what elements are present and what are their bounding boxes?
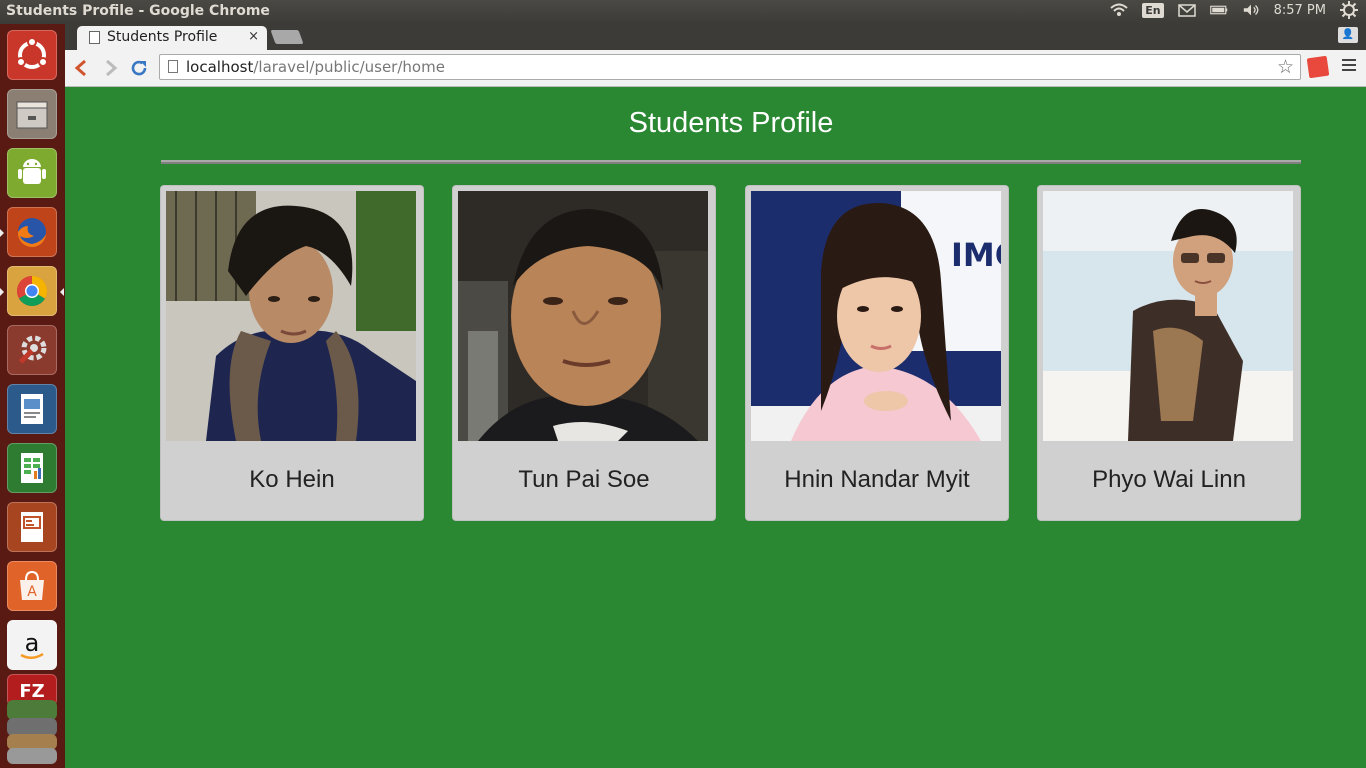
tab-label: Students Profile [107,29,218,45]
unity-launcher: A a FZ [0,24,66,768]
stacked-app-icon[interactable] [7,700,57,720]
panel-indicators: En 8:57 PM [1110,1,1358,19]
volume-icon[interactable] [1242,2,1260,18]
reload-button[interactable] [127,56,151,80]
browser-window: Students Profile × 👤 localhost/laravel/p… [65,24,1366,768]
tab-strip: Students Profile × 👤 [65,24,1366,50]
writer-icon[interactable] [7,384,57,434]
firefox-icon[interactable] [7,207,57,257]
tab-close-icon[interactable]: × [248,29,259,44]
student-photo [458,191,708,441]
student-name: Ko Hein [249,466,335,493]
student-name: Hnin Nandar Myit [784,466,970,493]
calc-icon[interactable] [7,443,57,493]
url-path: /laravel/public/user/home [253,58,445,76]
new-tab-button[interactable] [270,30,304,44]
keyboard-language-indicator[interactable]: En [1142,2,1164,18]
battery-icon[interactable] [1209,2,1228,18]
tab-students-profile[interactable]: Students Profile × [77,26,267,50]
ubuntu-dash-icon[interactable] [7,30,57,80]
software-center-icon[interactable]: A [7,561,57,611]
page-favicon-icon [89,31,100,44]
wifi-icon[interactable] [1110,2,1128,18]
chrome-icon[interactable] [7,266,57,316]
chrome-running-indicator [0,288,4,296]
top-panel: Students Profile - Google Chrome En 8:57… [0,0,1366,24]
title-divider [161,160,1301,164]
svg-text:a: a [25,629,40,657]
svg-text:FZ: FZ [19,681,44,702]
firefox-running-indicator [0,229,4,237]
profile-button[interactable]: 👤 [1338,27,1358,43]
svg-text:A: A [27,584,37,600]
student-name: Phyo Wai Linn [1092,466,1246,493]
forward-button[interactable] [99,56,123,80]
student-photo: IMC [751,191,1001,441]
trash-icon[interactable] [7,748,57,764]
chrome-menu-icon[interactable] [1342,59,1356,74]
student-photo [166,191,416,441]
android-icon[interactable] [7,148,57,198]
system-gear-icon[interactable] [1340,1,1358,19]
browser-toolbar: localhost/laravel/public/user/home ☆ [65,50,1366,87]
page-title: Students Profile [628,107,834,139]
student-card[interactable]: Tun Pai Soe [453,186,715,520]
back-button[interactable] [69,56,93,80]
files-icon[interactable] [7,89,57,139]
chrome-focused-indicator [60,288,64,296]
window-title: Students Profile - Google Chrome [6,3,270,19]
page-content: Students Profile Ko Hein Tun Pai Soe IM … [65,87,1366,768]
url-host: localhost [186,58,254,76]
clock[interactable]: 8:57 PM [1274,3,1326,18]
student-name: Tun Pai Soe [518,466,650,493]
forward-arrow-icon [106,60,118,76]
student-photo [1043,191,1293,441]
bookmark-star-icon[interactable]: ☆ [1277,56,1294,78]
amazon-icon[interactable]: a [7,620,57,670]
mail-icon[interactable] [1177,2,1196,18]
system-settings-icon[interactable] [7,325,57,375]
url-text[interactable]: localhost/laravel/public/user/home [186,58,445,76]
student-card[interactable]: IMC Hnin Nandar Myit [746,186,1008,520]
student-card[interactable]: Phyo Wai Linn [1038,186,1300,520]
extension-icon[interactable] [1306,55,1330,79]
page-info-icon[interactable] [168,60,178,73]
back-arrow-icon [74,60,86,76]
student-card[interactable]: Ko Hein [161,186,423,520]
reload-icon [131,60,147,76]
impress-icon[interactable] [7,502,57,552]
svg-text:IMC: IMC [951,236,1001,274]
address-bar[interactable]: localhost/laravel/public/user/home ☆ [159,54,1301,80]
